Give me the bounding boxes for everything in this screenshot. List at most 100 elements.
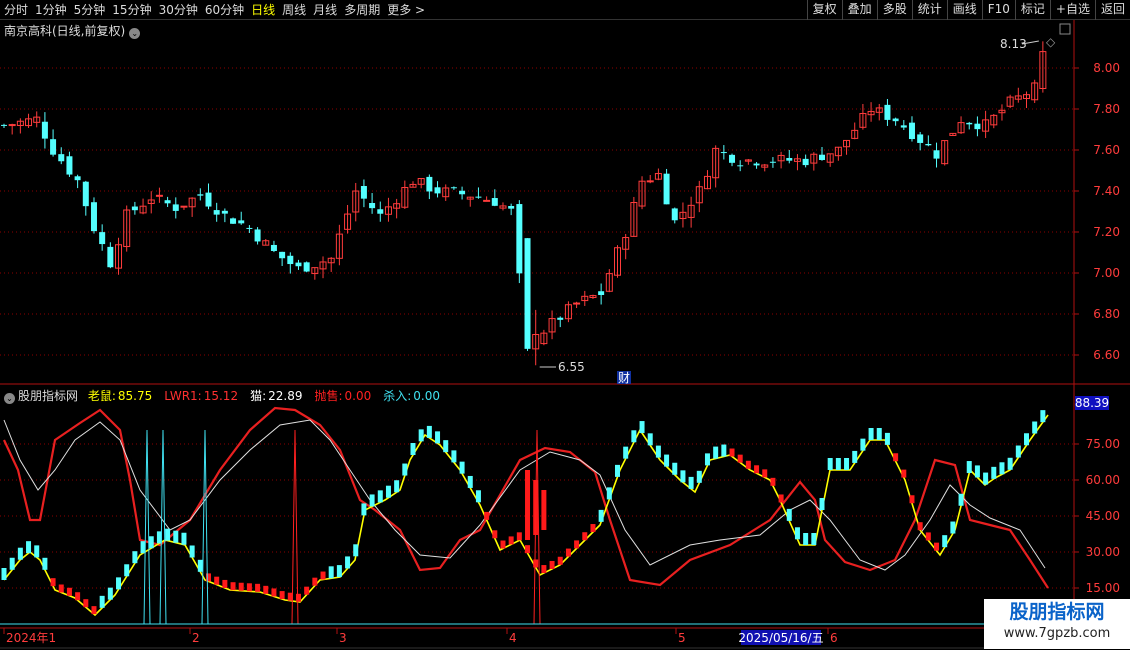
candle-body: [646, 180, 654, 183]
indicator-field-label: LWR1:: [164, 389, 202, 403]
period-tab[interactable]: 周线: [282, 2, 306, 18]
indicator-column: [361, 503, 367, 516]
indicator-field-value: 22.89: [268, 389, 303, 403]
toolbar-button[interactable]: F10: [981, 0, 1015, 20]
indicator-column: [165, 528, 171, 541]
chevron-down-icon[interactable]: ⌄: [4, 393, 15, 404]
indicator-tick-label: 45.00: [1086, 509, 1120, 523]
candle-body: [1, 124, 7, 126]
toolbar-button[interactable]: 叠加: [841, 0, 877, 20]
indicator-column: [475, 490, 481, 503]
period-tab[interactable]: 月线: [313, 2, 337, 18]
period-tab[interactable]: 1分钟: [35, 2, 67, 18]
candle-body: [974, 123, 981, 130]
indicator-column: [508, 536, 514, 545]
candle-body: [205, 192, 212, 207]
indicator-column: [263, 585, 269, 594]
indicator-column: [819, 498, 825, 510]
indicator-column: [394, 480, 400, 493]
price-tick-label: 7.20: [1093, 225, 1120, 239]
low-price-label: 6.55: [558, 360, 585, 374]
indicator-column: [745, 460, 751, 469]
chevron-down-icon[interactable]: ⌄: [129, 28, 141, 39]
price-tick-label: 7.40: [1093, 184, 1120, 198]
chart-canvas[interactable]: 8.007.807.607.407.207.006.806.6075.0060.…: [0, 0, 1130, 650]
indicator-column: [533, 559, 539, 568]
indicator-field-value: 0.00: [413, 389, 441, 403]
stock-title: 南京高科(日线,前复权): [4, 24, 126, 38]
indicator-column: [336, 565, 342, 578]
candle-body: [720, 152, 727, 154]
buy-signal-spike: [159, 429, 167, 625]
price-tick-label: 7.60: [1093, 143, 1120, 157]
indicator-column: [181, 532, 187, 545]
indicator-column: [909, 495, 915, 504]
indicator-column: [835, 458, 841, 470]
indicator-column: [516, 532, 522, 541]
candle-body: [270, 244, 277, 251]
indicator-field-label: 杀入:: [383, 389, 412, 403]
indicator-column: [901, 469, 907, 478]
indicator-column: [410, 443, 416, 455]
x-axis-label: 2: [192, 631, 200, 645]
candlestick-series: [1, 41, 1047, 366]
indicator-field-value: 0.00: [344, 389, 372, 403]
indicator-column: [958, 493, 964, 506]
indicator-column: [582, 532, 588, 541]
indicator-column: [631, 430, 637, 443]
indicator-column: [827, 458, 833, 470]
period-tab[interactable]: 5分钟: [74, 2, 106, 18]
indicator-column: [721, 444, 727, 457]
period-tab[interactable]: 15分钟: [112, 2, 151, 18]
indicator-column: [484, 511, 490, 520]
indicator-column: [942, 535, 948, 548]
period-tab[interactable]: 多周期: [344, 2, 380, 18]
indicator-column: [762, 469, 768, 478]
indicator-column: [173, 530, 179, 543]
indicator-column: [312, 577, 318, 586]
indicator-column: [492, 530, 498, 539]
x-axis-label: 3: [339, 631, 347, 645]
indicator-column: [1007, 457, 1013, 470]
period-tab[interactable]: 分时: [4, 2, 28, 18]
toolbar-button[interactable]: 画线: [946, 0, 982, 20]
current-value-label: 88.39: [1075, 396, 1109, 410]
toolbar: 分时 1分钟 5分钟 15分钟 30分钟 60分钟 日线 周线 月线 多周期 更多 > 复权 叠加 多股…: [0, 0, 1130, 20]
indicator-column: [606, 487, 612, 500]
candle-body: [753, 163, 760, 166]
indicator-column: [369, 494, 375, 507]
toolbar-button[interactable]: 返回: [1094, 0, 1130, 20]
period-tabs: 分时 1分钟 5分钟 15分钟 30分钟 60分钟 日线 周线 月线 多周期 更多 >: [4, 2, 432, 18]
indicator-column: [974, 465, 980, 478]
x-axis-label: 6: [830, 631, 838, 645]
indicator-column: [320, 571, 326, 580]
indicator-column: [443, 440, 449, 453]
period-tab[interactable]: 更多 >: [387, 2, 425, 18]
candle-body: [450, 187, 457, 189]
indicator-column: [884, 432, 890, 445]
indicator-column: [557, 556, 563, 565]
indicator-column: [1024, 433, 1029, 446]
period-tab[interactable]: 60分钟: [205, 2, 244, 18]
indicator-column: [754, 465, 760, 474]
toolbar-button[interactable]: 多股: [876, 0, 912, 20]
price-tick-label: 8.00: [1093, 61, 1120, 75]
toolbar-button[interactable]: +自选: [1049, 0, 1095, 20]
period-tab[interactable]: 日线: [251, 2, 275, 18]
candle-body: [246, 227, 253, 229]
candle-body: [491, 198, 498, 206]
indicator-column: [222, 579, 228, 588]
candle-body: [254, 229, 261, 242]
candle-body: [508, 206, 515, 209]
indicator-field: LWR1: 15.12: [164, 389, 244, 403]
candle-body: [41, 121, 48, 139]
indicator-column: [852, 450, 858, 463]
period-tab[interactable]: 30分钟: [159, 2, 198, 18]
indicator-column: [925, 532, 931, 541]
toolbar-button[interactable]: 标记: [1014, 0, 1050, 20]
indicator-column: [729, 448, 735, 457]
toolbar-button[interactable]: 统计: [911, 0, 947, 20]
indicator-column: [541, 490, 547, 530]
indicator-column: [786, 508, 792, 521]
toolbar-button[interactable]: 复权: [806, 0, 842, 20]
